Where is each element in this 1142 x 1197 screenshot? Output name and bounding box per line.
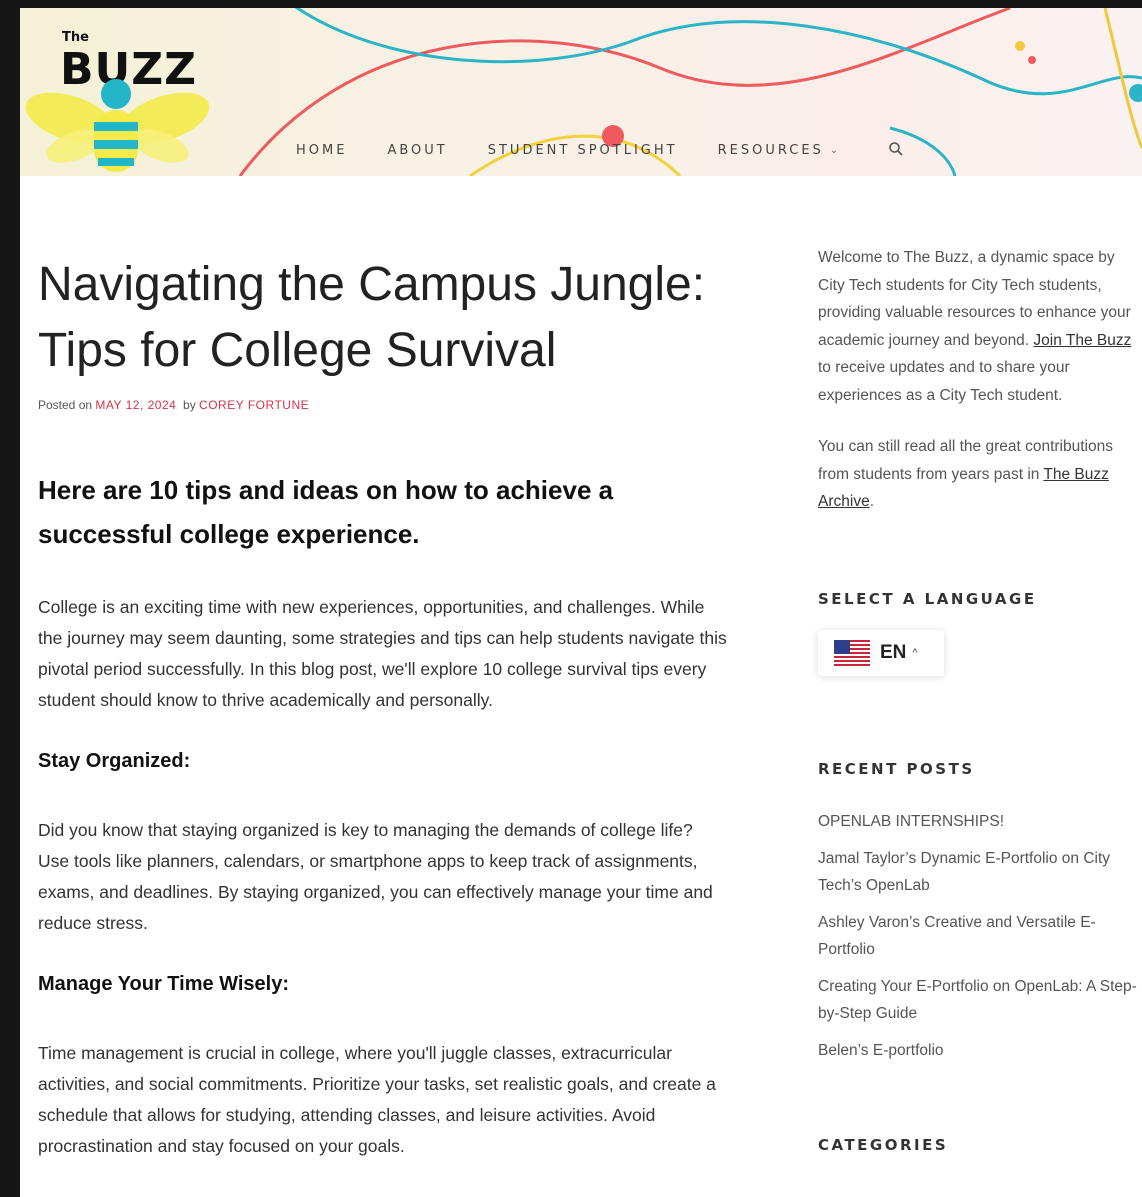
recent-post-link-1[interactable]: OPENLAB INTERNSHIPS!	[818, 808, 1138, 835]
post-title-line-1: Navigating the Campus Jungle:	[38, 258, 706, 311]
language-selector[interactable]: EN ^	[818, 629, 944, 676]
post-date-link[interactable]: MAY 12, 2024	[95, 398, 176, 412]
browser-viewport: The BUZZ HOME ABOUT STUDENT SPOTLIGHT RE…	[20, 8, 1142, 1197]
post-subheading: Here are 10 tips and ideas on how to ach…	[38, 468, 728, 556]
post-meta: Posted on MAY 12, 2024 by COREY FORTUNE	[38, 398, 728, 412]
post-content: Navigating the Campus Jungle: Tips for C…	[38, 176, 728, 1180]
welcome-text: Welcome to The Buzz, a dynamic space by …	[818, 244, 1138, 409]
logo-the-text: The	[62, 30, 89, 45]
main-navigation: HOME ABOUT STUDENT SPOTLIGHT RESOURCES ⌄	[296, 141, 906, 159]
archive-text-end: .	[869, 493, 874, 510]
post-title-line-2: Tips for College Survival	[38, 324, 557, 377]
manage-time-paragraph: Time management is crucial in college, w…	[38, 1043, 716, 1156]
post-author-link[interactable]: COREY FORTUNE	[199, 398, 309, 412]
recent-post-link-2[interactable]: Jamal Taylor’s Dynamic E-Portfolio on Ci…	[818, 845, 1138, 899]
intro-paragraph: College is an exciting time with new exp…	[38, 597, 727, 710]
us-flag-icon	[834, 639, 870, 666]
categories-title: CATEGORIES	[818, 1135, 949, 1154]
nav-resources-label: RESOURCES	[717, 142, 824, 158]
recent-post-link-3[interactable]: Ashley Varon’s Creative and Versatile E-…	[818, 909, 1138, 963]
search-icon[interactable]	[888, 141, 906, 159]
welcome-text-end: to receive updates and to share your exp…	[818, 359, 1070, 404]
by-label: by	[183, 398, 196, 412]
posted-on-label: Posted on	[38, 398, 93, 412]
site-logo[interactable]: The BUZZ	[20, 26, 220, 176]
recent-post-link-4[interactable]: Creating Your E-Portfolio on OpenLab: A …	[818, 973, 1138, 1027]
language-widget-title: SELECT A LANGUAGE	[818, 589, 1037, 608]
nav-home[interactable]: HOME	[296, 143, 347, 158]
post-subheading-line-2: successful college experience.	[38, 519, 420, 549]
stay-organized-paragraph: Did you know that staying organized is k…	[38, 820, 713, 933]
post-subheading-line-1: Here are 10 tips and ideas on how to ach…	[38, 475, 614, 505]
archive-text: You can still read all the great contrib…	[818, 433, 1138, 516]
bee-icon	[25, 79, 210, 172]
chevron-down-icon: ⌄	[829, 144, 839, 156]
chevron-up-icon: ^	[912, 646, 918, 659]
section-heading-manage-time: Manage Your Time Wisely:	[38, 973, 290, 995]
language-code: EN	[880, 641, 907, 663]
site-header: The BUZZ HOME ABOUT STUDENT SPOTLIGHT RE…	[20, 8, 1142, 176]
post-title: Navigating the Campus Jungle: Tips for C…	[38, 252, 728, 384]
nav-student-spotlight[interactable]: STUDENT SPOTLIGHT	[488, 143, 678, 158]
nav-about[interactable]: ABOUT	[387, 143, 447, 158]
recent-posts-title: RECENT POSTS	[818, 759, 975, 778]
join-the-buzz-link[interactable]: Join The Buzz	[1033, 332, 1131, 349]
nav-resources[interactable]: RESOURCES ⌄	[718, 143, 839, 158]
section-heading-stay-organized: Stay Organized:	[38, 750, 191, 772]
sidebar: Welcome to The Buzz, a dynamic space by …	[818, 244, 1138, 1154]
recent-post-link-5[interactable]: Belen’s E-portfolio	[818, 1037, 1138, 1064]
recent-posts-list: OPENLAB INTERNSHIPS! Jamal Taylor’s Dyna…	[818, 808, 1138, 1064]
